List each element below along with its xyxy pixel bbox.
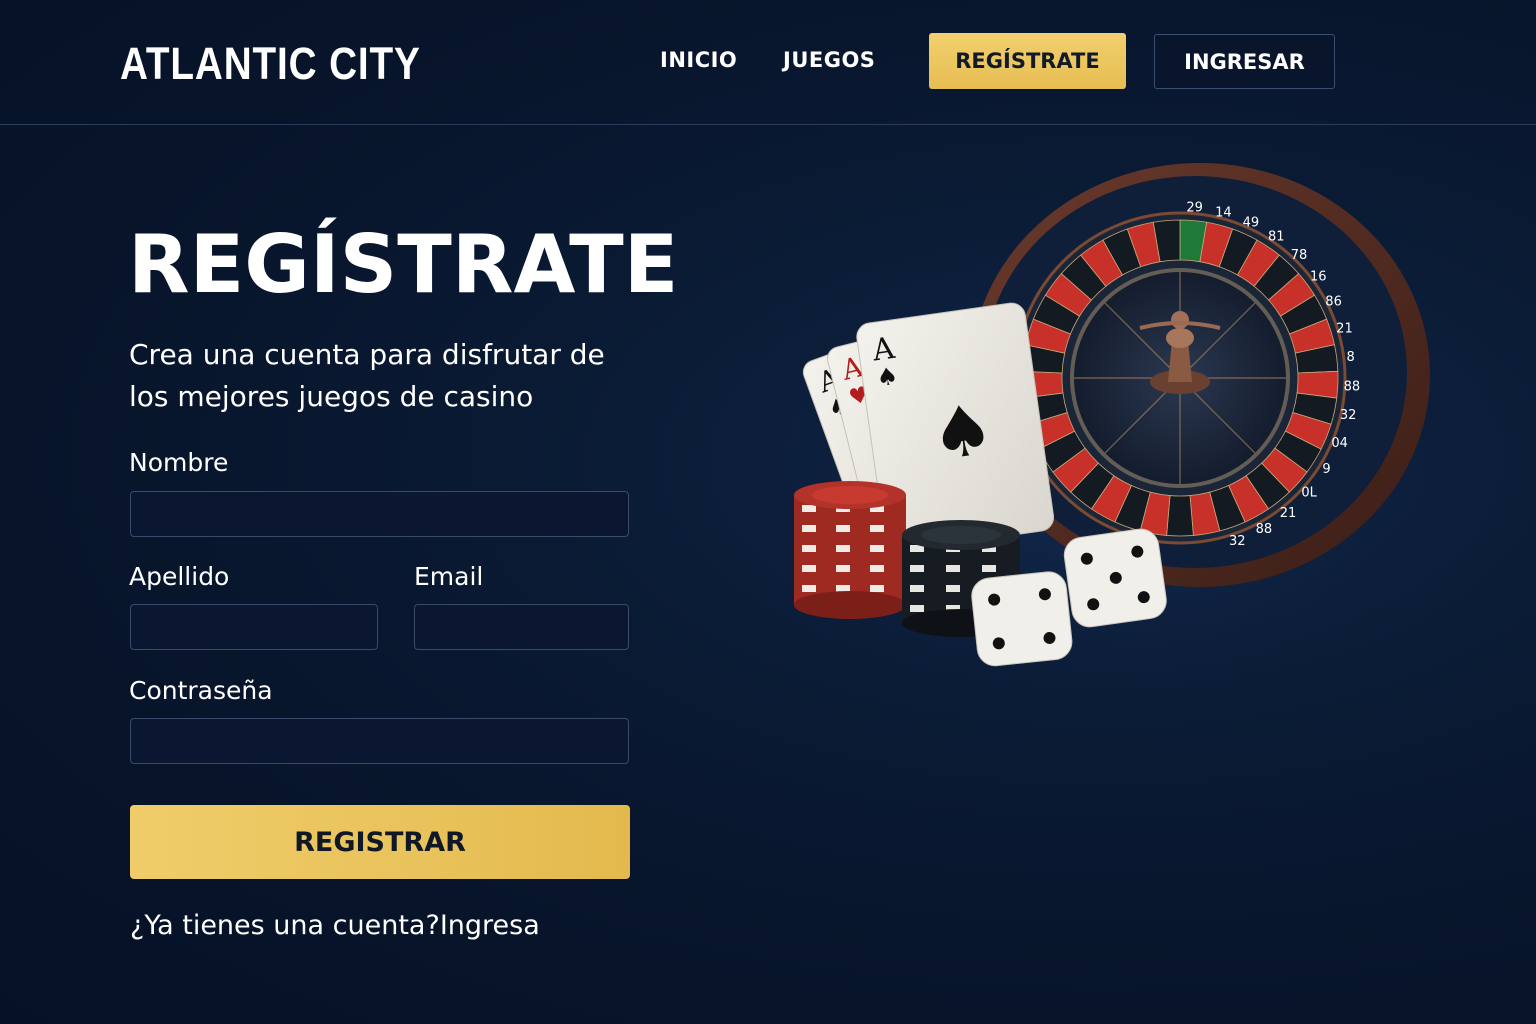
subtitle-line-2: los mejores juegos de casino xyxy=(129,380,534,413)
page-title: REGÍSTRATE xyxy=(128,218,679,311)
roulette-number: 81 xyxy=(1268,229,1285,244)
roulette-number: 04 xyxy=(1331,436,1348,451)
roulette-number: 21 xyxy=(1336,322,1353,337)
subtitle-line-1: Crea una cuenta para disfrutar de xyxy=(129,338,605,371)
roulette-number: 8 xyxy=(1346,350,1354,365)
password-input[interactable] xyxy=(130,718,629,764)
password-label: Contraseña xyxy=(129,676,273,705)
roulette-number: 21 xyxy=(1280,506,1297,521)
page-subtitle: Crea una cuenta para disfrutar de los me… xyxy=(129,334,649,418)
login-link[interactable]: Ingresa xyxy=(440,910,540,941)
svg-text:♠: ♠ xyxy=(875,362,900,393)
nav-login-button[interactable]: INGRESAR xyxy=(1154,34,1335,89)
nombre-label: Nombre xyxy=(129,448,229,477)
roulette-number: 9 xyxy=(1322,462,1330,477)
email-input[interactable] xyxy=(414,604,629,650)
login-prompt: ¿Ya tienes una cuenta?Ingresa xyxy=(130,910,540,941)
roulette-number: 78 xyxy=(1291,248,1308,263)
nav-link-juegos[interactable]: JUEGOS xyxy=(783,48,875,72)
apellido-input[interactable] xyxy=(130,604,378,650)
top-navbar: ATLANTIC CITY INICIO JUEGOS REGÍSTRATE I… xyxy=(0,0,1536,125)
svg-text:♠: ♠ xyxy=(926,387,1000,477)
logo[interactable]: ATLANTIC CITY xyxy=(120,38,421,90)
email-label: Email xyxy=(414,562,484,591)
roulette-number: 88 xyxy=(1344,379,1361,394)
apellido-label: Apellido xyxy=(129,562,230,591)
nav-register-button[interactable]: REGÍSTRATE xyxy=(929,33,1126,89)
roulette-number: 49 xyxy=(1243,215,1260,230)
roulette-pocket xyxy=(1166,495,1194,537)
roulette-number: 14 xyxy=(1215,206,1232,221)
login-question: ¿Ya tienes una cuenta? xyxy=(130,910,440,941)
roulette-number: 16 xyxy=(1310,270,1327,285)
roulette-number: 88 xyxy=(1256,522,1273,537)
roulette-number: 0L xyxy=(1301,486,1317,501)
roulette-number: 29 xyxy=(1186,201,1203,216)
casino-illustration-svg: 29 14498178168621888320490L218832 A ♠ A … xyxy=(794,163,1470,720)
roulette-number: 32 xyxy=(1229,534,1246,549)
roulette-number: 32 xyxy=(1340,408,1357,423)
red-chip-stack xyxy=(794,481,906,619)
nav-link-inicio[interactable]: INICIO xyxy=(660,48,737,72)
register-submit-button[interactable]: REGISTRAR xyxy=(130,805,630,879)
nombre-input[interactable] xyxy=(130,491,629,537)
casino-illustration: 29 14 49 81 78 16 86 21 8 88 32 04 9 0L 21 88 32 A ♠ xyxy=(780,150,1470,730)
roulette-number: 86 xyxy=(1325,295,1342,310)
